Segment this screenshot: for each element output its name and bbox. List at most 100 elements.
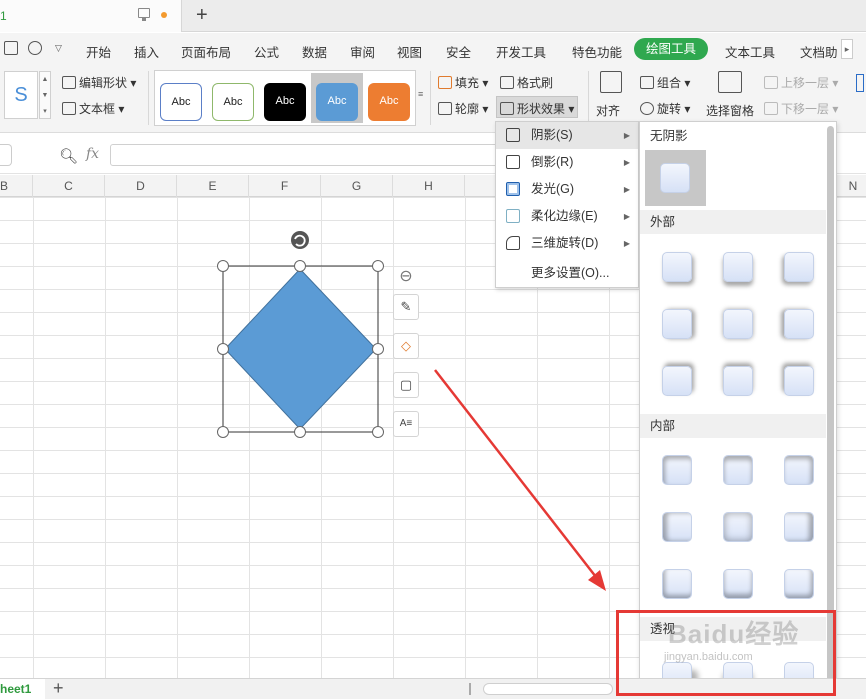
align-icon[interactable] <box>600 71 622 93</box>
connector-gallery-icon[interactable]: S <box>4 71 38 119</box>
splitter-icon[interactable] <box>469 683 471 695</box>
shadow-inner-7[interactable] <box>662 569 692 599</box>
outline-icon <box>438 102 452 115</box>
tab-drawing-tools[interactable]: 绘图工具 <box>634 38 708 60</box>
rotate-button[interactable]: 旋转 ▾ <box>640 100 690 117</box>
menu-scroll-right-icon[interactable]: ▸ <box>841 39 853 59</box>
submenu-arrow-icon: ▶ <box>623 185 630 194</box>
edit-shape-icon <box>62 76 76 89</box>
shadow-outer-8[interactable] <box>723 366 753 396</box>
menu-item-soft-edges[interactable]: 柔化边缘(E) ▶ <box>496 203 638 230</box>
column-header-h[interactable]: H <box>393 175 465 197</box>
format-painter-icon <box>500 76 514 89</box>
section-no-shadow: 无阴影 <box>640 124 826 148</box>
tab-home[interactable]: 开始 <box>86 42 111 61</box>
chevron-down-icon[interactable]: ▽ <box>55 43 69 57</box>
tab-page-layout[interactable]: 页面布局 <box>181 42 231 61</box>
shape-effects-menu: 阴影(S) ▶ 倒影(R) ▶ 发光(G) ▶ 柔化边缘(E) ▶ 三维旋转(D… <box>495 121 639 288</box>
gallery-scroll-icon[interactable]: ▲ ▼ ▾ <box>39 71 51 119</box>
collapse-icon[interactable]: ⊖ <box>393 265 419 291</box>
fill-bucket-icon <box>438 76 452 89</box>
shadow-inner-6[interactable] <box>784 512 814 542</box>
edit-shape-button[interactable]: 编辑形状 ▾ <box>62 74 136 91</box>
fx-icon[interactable]: fx <box>86 146 99 162</box>
shadow-inner-9[interactable] <box>784 569 814 599</box>
add-sheet-button[interactable]: + <box>53 678 64 699</box>
style-sample-blue[interactable]: Abc <box>316 83 358 121</box>
column-header-g[interactable]: G <box>321 175 393 197</box>
menu-item-reflection[interactable]: 倒影(R) ▶ <box>496 149 638 176</box>
print-icon[interactable] <box>4 41 18 55</box>
menu-item-more-settings[interactable]: 更多设置(O)... <box>496 260 638 287</box>
bring-forward-button: 上移一层 ▾ <box>764 74 838 91</box>
fill-button[interactable]: 填充 ▾ <box>438 74 488 91</box>
style-sample-black[interactable]: Abc <box>264 83 306 121</box>
shadow-inner-5[interactable] <box>723 512 753 542</box>
section-inner: 内部 <box>640 414 826 438</box>
soft-edges-icon <box>506 209 520 223</box>
print-preview-icon[interactable] <box>28 41 42 55</box>
textbox-button[interactable]: 文本框 ▾ <box>62 100 124 117</box>
shape-effects-button[interactable]: 形状效果 ▾ <box>496 96 578 118</box>
format-painter-button[interactable]: 格式刷 <box>500 74 553 91</box>
shadow-inner-8[interactable] <box>723 569 753 599</box>
send-backward-icon <box>764 102 778 115</box>
column-header-d[interactable]: D <box>105 175 177 197</box>
shadow-outer-5[interactable] <box>723 309 753 339</box>
text-layout-icon[interactable]: A≡ <box>393 411 419 437</box>
shadow-outer-6[interactable] <box>784 309 814 339</box>
tab-formula[interactable]: 公式 <box>254 42 279 61</box>
shadow-inner-1[interactable] <box>662 455 692 485</box>
fill-color-icon[interactable]: ◇ <box>393 333 419 359</box>
outline-button[interactable]: 轮廓 ▾ <box>438 100 488 117</box>
align-button[interactable]: 对齐 <box>596 102 620 119</box>
group-button[interactable]: 组合 ▾ <box>640 74 690 91</box>
brush-icon[interactable]: ✎ <box>393 294 419 320</box>
no-shadow-option[interactable] <box>645 150 706 206</box>
column-header-f[interactable]: F <box>249 175 321 197</box>
tab-document-assistant[interactable]: 文档助 <box>800 42 838 61</box>
style-sample-outline-green[interactable]: Abc <box>212 83 254 121</box>
gallery-more-icon[interactable]: ≡ <box>418 89 423 99</box>
name-box[interactable] <box>0 144 12 166</box>
3d-rotation-icon <box>506 236 520 250</box>
distribute-icon[interactable] <box>856 74 864 92</box>
shadow-outer-9[interactable] <box>784 366 814 396</box>
style-sample-orange[interactable]: Abc <box>368 83 410 121</box>
new-tab-button[interactable]: + <box>196 4 208 26</box>
shadow-inner-2[interactable] <box>723 455 753 485</box>
shadow-outer-1[interactable] <box>662 252 692 282</box>
column-header-n[interactable]: N <box>840 175 866 197</box>
shadow-outer-4[interactable] <box>662 309 692 339</box>
sheet-tab[interactable]: heet1 <box>0 679 45 700</box>
panel-scrollbar[interactable] <box>827 126 834 686</box>
selection-pane-icon[interactable] <box>718 71 742 93</box>
tab-developer[interactable]: 开发工具 <box>496 42 546 61</box>
horizontal-scrollbar[interactable] <box>483 683 613 695</box>
menu-item-3d-rotation[interactable]: 三维旋转(D) ▶ <box>496 230 638 257</box>
outline-style-icon[interactable]: ▢ <box>393 372 419 398</box>
zoom-icon[interactable]: 🔍︎ <box>59 147 78 165</box>
document-tab[interactable]: 1 <box>0 0 182 32</box>
shadow-inner-4[interactable] <box>662 512 692 542</box>
tab-data[interactable]: 数据 <box>302 42 327 61</box>
tab-special[interactable]: 特色功能 <box>572 42 622 61</box>
tab-insert[interactable]: 插入 <box>134 42 159 61</box>
shadow-outer-7[interactable] <box>662 366 692 396</box>
column-header-b[interactable]: B <box>0 175 33 197</box>
tab-view[interactable]: 视图 <box>397 42 422 61</box>
monitor-icon[interactable] <box>138 8 150 21</box>
menu-item-shadow[interactable]: 阴影(S) ▶ <box>496 122 638 149</box>
tab-text-tools[interactable]: 文本工具 <box>725 42 775 61</box>
style-sample-outline-blue[interactable]: Abc <box>160 83 202 121</box>
selection-pane-button[interactable]: 选择窗格 <box>706 102 754 119</box>
tab-review[interactable]: 审阅 <box>350 42 375 61</box>
column-header-c[interactable]: C <box>33 175 105 197</box>
formula-input[interactable] <box>110 144 530 166</box>
shadow-outer-3[interactable] <box>784 252 814 282</box>
shadow-inner-3[interactable] <box>784 455 814 485</box>
menu-item-glow[interactable]: 发光(G) ▶ <box>496 176 638 203</box>
tab-security[interactable]: 安全 <box>446 42 471 61</box>
column-header-e[interactable]: E <box>177 175 249 197</box>
shadow-outer-2[interactable] <box>723 252 753 282</box>
